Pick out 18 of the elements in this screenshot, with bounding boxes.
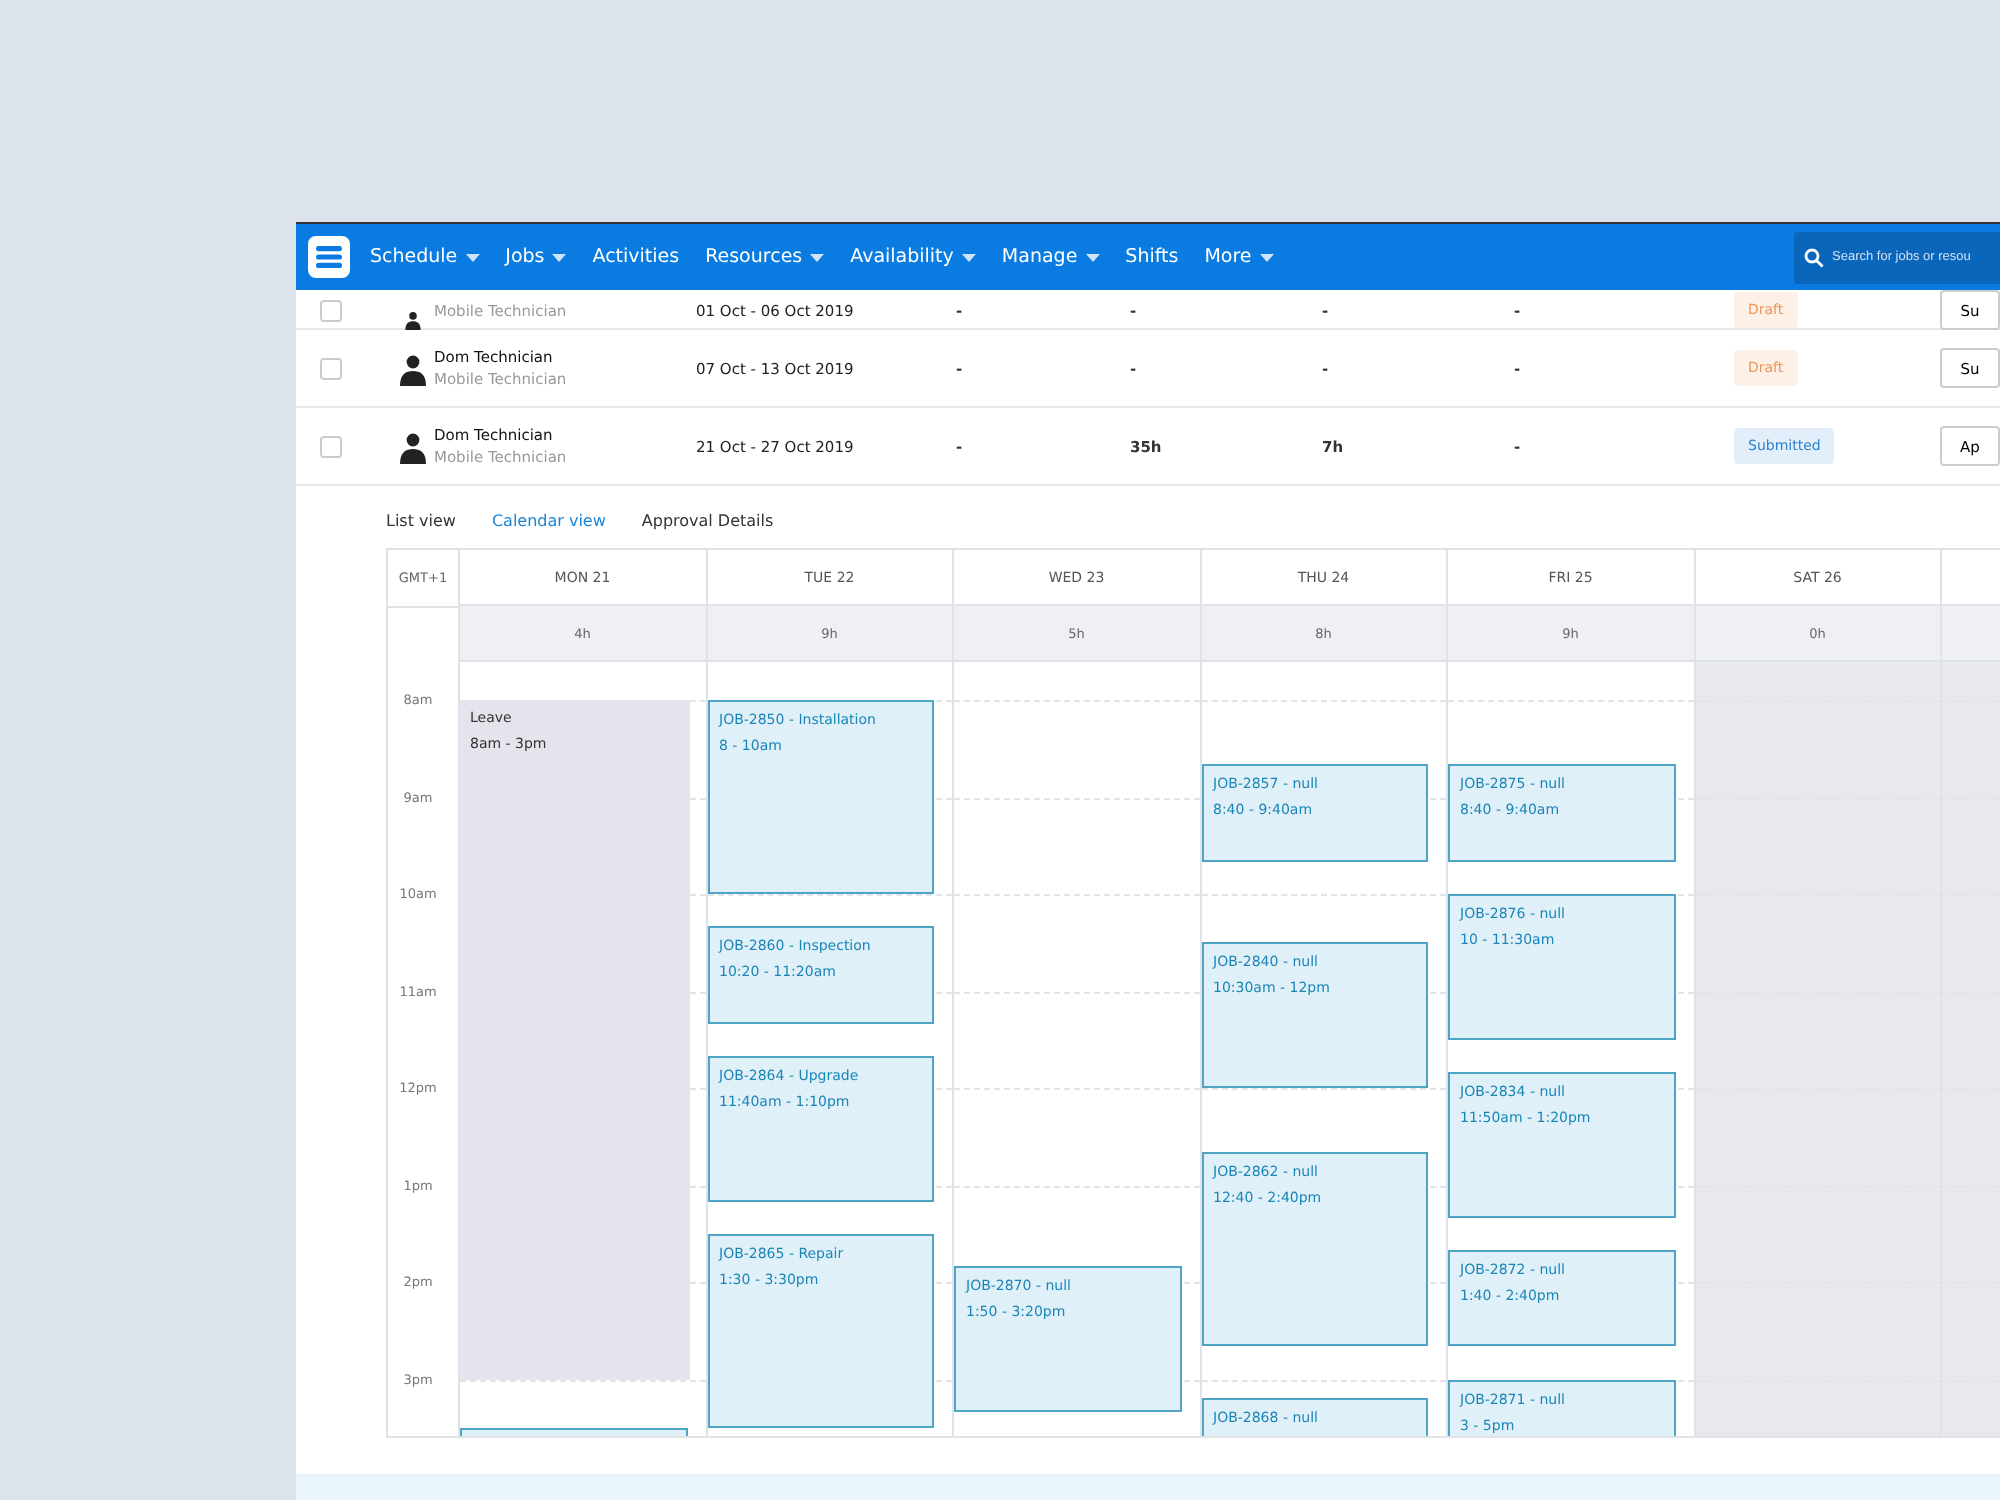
nav-menu-item[interactable]: More (1204, 246, 1274, 268)
nav-menu-item[interactable]: Availability (850, 246, 976, 268)
avatar-silhouette-icon (396, 429, 430, 463)
nav-menu-item[interactable]: Activities (592, 246, 680, 268)
nav-menu-item[interactable]: Schedule (370, 246, 480, 268)
nav-menu-item[interactable]: Jobs (505, 246, 567, 268)
nav-menu-item[interactable]: Manage (1001, 246, 1100, 268)
avatar-silhouette-icon (396, 351, 430, 385)
row-checkbox[interactable] (320, 299, 342, 321)
row-checkbox[interactable] (320, 435, 342, 457)
view-tab[interactable]: List view (386, 512, 456, 530)
view-tab[interactable]: Approval Details (641, 512, 774, 530)
app-logo-icon[interactable] (308, 236, 350, 278)
nav-menu-item[interactable]: Resources (705, 246, 825, 268)
nav-menu-item[interactable]: Shifts (1125, 246, 1179, 268)
search-icon (1804, 247, 1824, 267)
row-checkbox[interactable] (320, 357, 342, 379)
view-tab[interactable]: Calendar view (491, 512, 606, 530)
